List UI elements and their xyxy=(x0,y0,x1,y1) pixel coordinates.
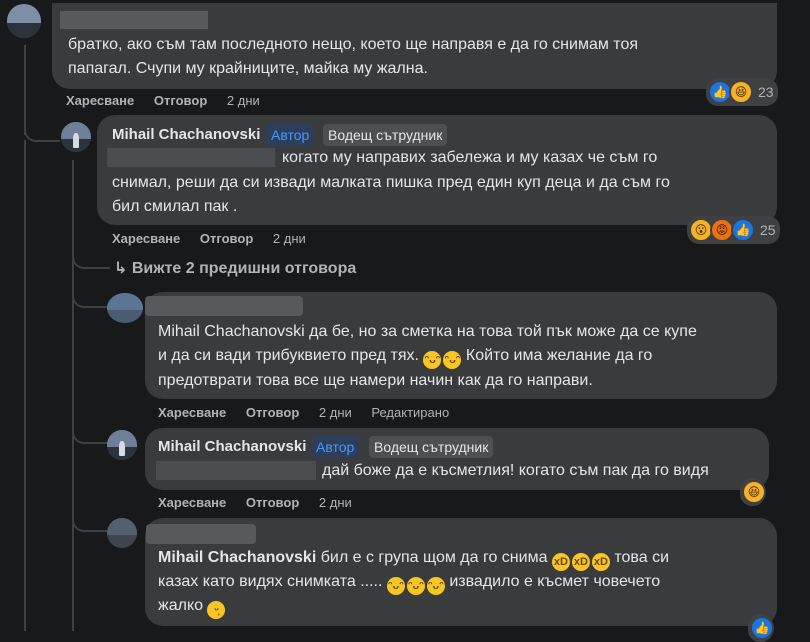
thread-line xyxy=(72,160,74,631)
grinning-emoji-icon: ᵔᴗᵔ xyxy=(423,351,442,369)
avatar[interactable] xyxy=(107,430,137,460)
grinning-emoji-icon: ᵔᴗᵔ xyxy=(426,577,445,595)
laughing-emoji-icon: xD xyxy=(551,553,570,571)
laughing-emoji-icon: xD xyxy=(571,553,590,571)
comment-text: братко, ако съм там последното нещо, кое… xyxy=(68,36,638,53)
comment-actions: Харесване Отговор 2 дни Редактирано xyxy=(158,405,465,420)
reply-button[interactable]: Отговор xyxy=(200,231,253,246)
thread-connector xyxy=(24,118,60,142)
mention-link[interactable]: Mihail Chachanovski xyxy=(158,549,316,566)
like-button[interactable]: Харесване xyxy=(66,93,134,108)
timestamp[interactable]: 2 дни xyxy=(319,405,352,420)
like-button[interactable]: Харесване xyxy=(112,231,180,246)
reply-arrow-icon: ↳ xyxy=(114,260,132,277)
avatar[interactable] xyxy=(107,518,137,548)
comment-actions: Харесване Отговор 2 дни xyxy=(158,495,368,510)
like-icon: 👍 xyxy=(731,218,755,242)
author-badge: Автор xyxy=(311,436,360,458)
reply-button[interactable]: Отговор xyxy=(246,405,299,420)
author-badge: Автор xyxy=(266,124,315,146)
reaction-count: 23 xyxy=(758,84,774,100)
redacted-mention xyxy=(156,461,316,480)
like-icon: 👍 xyxy=(750,616,774,640)
thread-line xyxy=(24,140,26,631)
comment-text: когато му направих забележа и му казах ч… xyxy=(282,149,658,166)
reply-button[interactable]: Отговор xyxy=(154,93,207,108)
comment-text: папагал. Счупи му крайниците, майка му ж… xyxy=(68,60,428,77)
thread-connector xyxy=(72,284,110,308)
sad-emoji-icon: ᵕ̩̩ xyxy=(207,601,226,619)
reaction-summary[interactable]: 😆 xyxy=(740,478,766,506)
comment-text: и да си вади трибуквието пред тях. ᵔᴗᵔ ᵔᴗ… xyxy=(158,344,652,369)
comment-text: предотврати това все ще намери начин как… xyxy=(158,372,593,389)
comment-text: бил смилал пак . xyxy=(112,198,238,215)
comment-text: дай боже да е късметлия! когато съм пак … xyxy=(322,462,709,479)
timestamp[interactable]: 2 дни xyxy=(319,495,352,510)
comment-text: Mihail Chachanovski бил е с група щом да… xyxy=(158,546,669,571)
comment-text: казах като видях снимката ..... ᵔᴗᵔ ᵔᴗᵔ ᵔᴗ… xyxy=(158,570,660,595)
thread-connector xyxy=(72,420,110,444)
comment-author[interactable]: Mihail Chachanovski xyxy=(158,438,306,455)
view-previous-replies[interactable]: ↳ Вижте 2 предишни отговора xyxy=(114,258,356,278)
redacted-mention xyxy=(107,148,275,167)
reaction-count: 25 xyxy=(760,222,776,238)
avatar[interactable] xyxy=(7,4,41,38)
avatar[interactable] xyxy=(61,122,91,152)
like-button[interactable]: Харесване xyxy=(158,405,226,420)
reply-button[interactable]: Отговор xyxy=(246,495,299,510)
comment-actions: Харесване Отговор 2 дни xyxy=(112,231,322,246)
role-badge: Водещ сътрудник xyxy=(369,436,494,458)
grinning-emoji-icon: ᵔᴗᵔ xyxy=(386,577,405,595)
avatar[interactable] xyxy=(107,293,143,323)
haha-icon: 😆 xyxy=(729,80,753,104)
comment-text: снимал, реши да си извади малката пишка … xyxy=(112,174,670,191)
edited-label: Редактирано xyxy=(371,405,450,420)
grinning-emoji-icon: ᵔᴗᵔ xyxy=(443,351,462,369)
comment-actions: Харесване Отговор 2 дни xyxy=(66,93,276,108)
timestamp[interactable]: 2 дни xyxy=(273,231,306,246)
thread-connector xyxy=(72,245,110,269)
like-button[interactable]: Харесване xyxy=(158,495,226,510)
reaction-summary[interactable]: 👍 xyxy=(748,614,774,642)
comment-text: Mihail Chachanovski да бе, но за сметка … xyxy=(158,323,697,340)
comment-author[interactable]: Mihail Chachanovski xyxy=(112,126,260,143)
laughing-emoji-icon: xD xyxy=(591,553,610,571)
grinning-emoji-icon: ᵔᴗᵔ xyxy=(406,577,425,595)
haha-icon: 😆 xyxy=(742,480,766,504)
redacted-name xyxy=(146,524,256,544)
redacted-name xyxy=(60,11,208,29)
thread-connector xyxy=(72,508,110,532)
timestamp[interactable]: 2 дни xyxy=(227,93,260,108)
comment-text: жалко ᵕ̩̩ xyxy=(158,594,226,619)
reaction-summary[interactable]: 😮 😡 👍 25 xyxy=(687,216,780,244)
role-badge: Водещ сътрудник xyxy=(323,124,448,146)
redacted-name xyxy=(145,296,303,316)
reaction-summary[interactable]: 👍 😆 23 xyxy=(706,78,778,106)
